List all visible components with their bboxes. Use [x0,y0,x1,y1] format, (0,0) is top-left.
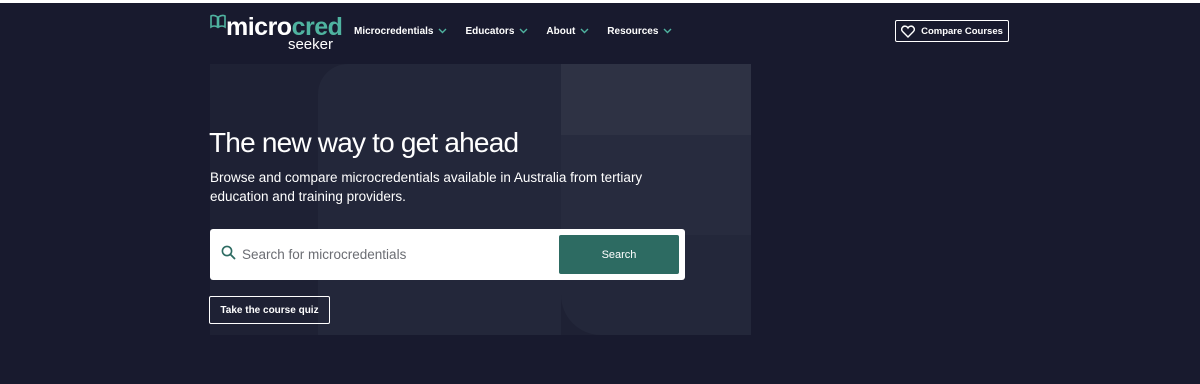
search-icon [221,245,236,260]
compare-courses-button[interactable]: Compare Courses [895,20,1009,42]
compare-courses-label: Compare Courses [921,25,1003,37]
nav-item-educators[interactable]: Educators [465,24,528,38]
page-subtitle: Browse and compare microcredentials avai… [210,170,643,204]
heart-icon [901,24,916,38]
chevron-down-icon [663,28,672,34]
nav-item-label: Resources [607,25,659,37]
search-input[interactable] [242,242,552,266]
logo-word-main: micro [226,13,292,41]
site-logo[interactable]: microcred seeker [210,12,343,56]
search-button[interactable]: Search [559,235,679,274]
nav-item-about[interactable]: About [546,24,589,38]
chevron-down-icon [580,28,589,34]
nav-item-microcredentials[interactable]: Microcredentials [354,24,447,38]
search-bar: Search [210,229,685,280]
nav-item-label: Educators [465,25,515,37]
course-quiz-button[interactable]: Take the course quiz [209,296,330,324]
page-title: The new way to get ahead [209,127,519,158]
nav-item-label: About [546,25,576,37]
nav-item-resources[interactable]: Resources [607,24,672,38]
book-icon [210,14,226,29]
nav-item-label: Microcredentials [354,25,434,37]
main-nav: Microcredentials Educators About Resourc… [354,24,690,38]
logo-subword: seeker [287,36,333,53]
background-block [561,64,751,135]
chevron-down-icon [519,28,528,34]
chevron-down-icon [438,28,447,34]
